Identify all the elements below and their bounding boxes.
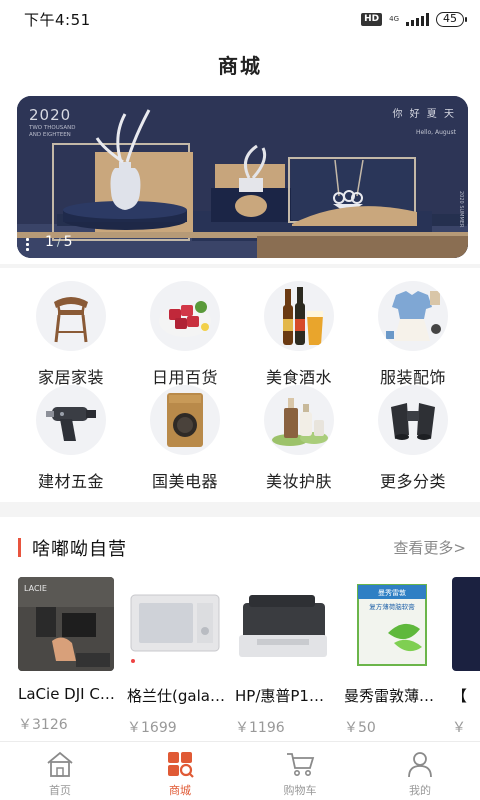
banner-total-pages: 5	[63, 234, 73, 250]
drill-icon	[36, 385, 106, 455]
product-image	[235, 577, 331, 671]
product-box-brand: 曼秀雷敦	[378, 588, 406, 597]
menu-dots-icon	[26, 238, 30, 253]
washer-icon	[150, 385, 220, 455]
section-header: 啥嘟呦自营 查看更多>	[0, 535, 480, 560]
product-price: ￥3126	[18, 717, 68, 733]
mall-icon	[165, 749, 195, 779]
product-card[interactable]: LACIE LaCie DJI Copilot ￥3126	[18, 577, 116, 734]
category-more[interactable]: 更多分类	[356, 385, 470, 492]
product-image: 曼秀雷敦复方薄荷脑软膏	[344, 577, 440, 671]
product-price: ￥50	[344, 720, 376, 736]
hd-badge: HD	[361, 12, 383, 26]
product-card[interactable]: 【 ￥	[452, 577, 480, 737]
banner-year-sub: TWO THOUSAND AND EIGHTEEN	[29, 125, 76, 138]
section-title: 啥嘟呦自营	[32, 539, 127, 560]
product-name: 【	[452, 687, 468, 705]
clothes-icon	[378, 281, 448, 351]
product-price: ￥1196	[235, 720, 285, 736]
product-name: HP/惠普P1106打印机	[235, 687, 333, 705]
status-indicators: HD 4G 45	[361, 11, 467, 27]
tab-label: 首页	[49, 784, 71, 797]
category-label: 美妆护肤	[265, 472, 332, 491]
category-home-furnishing[interactable]: 家居家装	[14, 281, 128, 388]
network-type: 4G	[389, 14, 399, 23]
product-image	[452, 577, 480, 671]
tab-home[interactable]: 首页	[0, 742, 120, 800]
category-label: 建材五金	[37, 472, 104, 491]
banner-year: 2020	[29, 106, 72, 124]
product-name: LaCie DJI Copilot	[18, 685, 116, 703]
banner-carousel[interactable]: 2020 TWO THOUSAND AND EIGHTEEN 你 好 夏 天 H…	[17, 96, 468, 258]
category-clothing[interactable]: 服装配饰	[356, 281, 470, 388]
category-food-drinks[interactable]: 美食酒水	[242, 281, 356, 388]
page-title: 商城	[218, 53, 262, 78]
section-accent-bar	[18, 538, 21, 557]
banner-hello-en: Hello, August	[415, 129, 456, 136]
banner-side-text: 2020 SUMMER	[458, 191, 464, 228]
product-card[interactable]: 格兰仕(galanz)微波炉 ￥1699	[127, 577, 225, 737]
status-time: 下午4:51	[24, 10, 91, 29]
category-appliances[interactable]: 国美电器	[128, 385, 242, 492]
chair-icon	[36, 281, 106, 351]
signal-icon	[406, 12, 429, 26]
product-price: ￥1699	[127, 720, 177, 736]
tab-profile[interactable]: 我的	[360, 742, 480, 800]
banner-indicator-separator: /	[56, 236, 61, 249]
view-more-link[interactable]: 查看更多>	[393, 537, 466, 558]
network-label: 4G	[389, 14, 399, 23]
binoculars-icon	[378, 385, 448, 455]
user-icon	[405, 749, 435, 779]
product-name: 曼秀雷敦薄荷脑软膏	[344, 687, 442, 705]
banner-image	[17, 96, 468, 258]
tab-cart[interactable]: 购物车	[240, 742, 360, 800]
banner-current-page: 1	[45, 234, 54, 250]
home-icon	[45, 749, 75, 779]
beer-icon	[264, 281, 334, 351]
category-daily-goods[interactable]: 日用百货	[128, 281, 242, 388]
tab-label: 我的	[409, 784, 431, 797]
bottom-tab-bar: 首页 商城 购物车 我的	[0, 741, 480, 800]
product-card[interactable]: 曼秀雷敦复方薄荷脑软膏 曼秀雷敦薄荷脑软膏 ￥50	[344, 577, 442, 737]
product-price: ￥	[452, 720, 466, 736]
tab-label: 商城	[169, 784, 191, 797]
tab-mall[interactable]: 商城	[120, 742, 240, 800]
title-bar: 商城	[0, 38, 480, 90]
cosmetics-icon	[264, 385, 334, 455]
banner-hello-cn: 你 好 夏 天	[392, 109, 456, 120]
category-grid: 家居家装 日用百货 美食酒水 服装配饰 建材五金 国美电器 美妆护肤 更多分类	[0, 268, 480, 502]
product-image: LACIE	[18, 577, 114, 671]
product-image	[127, 577, 223, 671]
category-hardware[interactable]: 建材五金	[14, 385, 128, 492]
product-box-title: 复方薄荷脑软膏	[369, 602, 415, 611]
product-brand-text: LACIE	[24, 584, 47, 593]
tab-label: 购物车	[283, 784, 317, 797]
battery-icon: 45	[436, 11, 467, 27]
banner-page-indicator: 1/5	[45, 234, 73, 250]
category-label: 国美电器	[151, 472, 218, 491]
status-bar: 下午4:51 HD 4G 45	[0, 0, 480, 38]
self-operated-section: 啥嘟呦自营 查看更多> LACIE LaCie DJI Copilot ￥312…	[0, 517, 480, 741]
banner-area: 2020 TWO THOUSAND AND EIGHTEEN 你 好 夏 天 H…	[0, 90, 480, 264]
product-name: 格兰仕(galanz)微波炉	[127, 687, 225, 705]
product-card[interactable]: HP/惠普P1106打印机 ￥1196	[235, 577, 333, 737]
meat-icon	[150, 281, 220, 351]
category-label: 更多分类	[379, 472, 446, 491]
category-cosmetics[interactable]: 美妆护肤	[242, 385, 356, 492]
cart-icon	[285, 749, 315, 779]
